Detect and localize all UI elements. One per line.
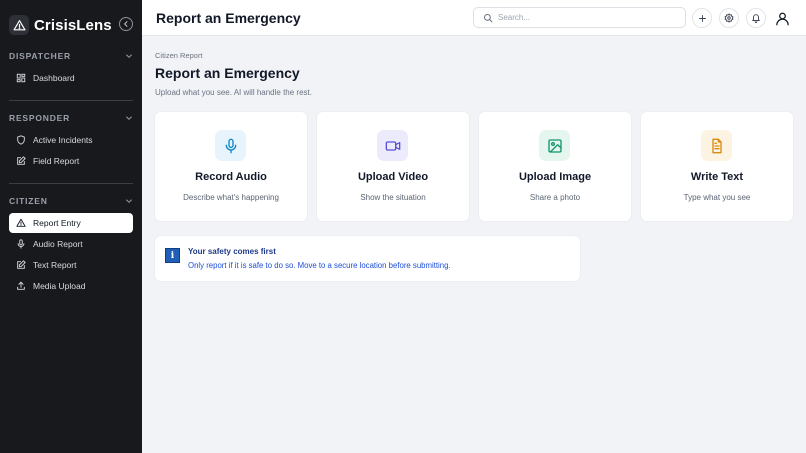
card-description: Show the situation bbox=[360, 193, 426, 202]
page-subtitle: Upload what you see. AI will handle the … bbox=[155, 88, 312, 97]
image-icon bbox=[539, 130, 570, 161]
info-icon: i bbox=[165, 248, 180, 263]
sidebar-item-label: Active Incidents bbox=[33, 135, 93, 145]
gear-icon bbox=[724, 13, 734, 23]
sidebar-item-report-entry[interactable]: Report Entry bbox=[9, 213, 133, 233]
divider bbox=[9, 100, 133, 101]
search-box[interactable] bbox=[473, 7, 686, 28]
notice-title: Your safety comes first bbox=[188, 247, 276, 256]
card-description: Type what you see bbox=[683, 193, 751, 202]
card-description: Describe what's happening bbox=[183, 193, 279, 202]
sidebar-item-label: Field Report bbox=[33, 156, 80, 166]
card-title: Record Audio bbox=[195, 171, 267, 183]
alert-triangle-icon bbox=[16, 218, 26, 228]
sidebar-item-label: Dashboard bbox=[33, 73, 75, 83]
chevron-left-icon bbox=[124, 21, 128, 27]
app-name: CrisisLens bbox=[34, 16, 112, 34]
sidebar-item-label: Text Report bbox=[33, 260, 77, 270]
safety-notice: i Your safety comes first Only report if… bbox=[155, 236, 580, 281]
sidebar-item-field-report[interactable]: Field Report bbox=[9, 151, 133, 171]
account-button[interactable] bbox=[772, 8, 792, 28]
section-title: RESPONDER bbox=[9, 113, 71, 123]
search-icon bbox=[483, 13, 493, 22]
sidebar-item-active-incidents[interactable]: Active Incidents bbox=[9, 130, 133, 150]
record-audio-card[interactable]: Record Audio Describe what's happening bbox=[155, 112, 307, 221]
grid-icon bbox=[16, 73, 26, 83]
plus-icon bbox=[698, 14, 706, 22]
sidebar-item-label: Report Entry bbox=[33, 218, 81, 228]
upload-video-card[interactable]: Upload Video Show the situation bbox=[317, 112, 469, 221]
sidebar: CrisisLens DISPATCHER Dashboard RESPONDE… bbox=[0, 0, 142, 453]
user-icon bbox=[775, 12, 789, 25]
search-input[interactable] bbox=[498, 13, 678, 22]
add-button[interactable] bbox=[692, 8, 712, 28]
notifications-button[interactable] bbox=[746, 8, 766, 28]
upload-icon bbox=[16, 281, 26, 291]
section-title: CITIZEN bbox=[9, 196, 48, 206]
upload-image-card[interactable]: Upload Image Share a photo bbox=[479, 112, 631, 221]
file-text-icon bbox=[701, 130, 732, 161]
page-title: Report an Emergency bbox=[155, 65, 300, 81]
edit-icon bbox=[16, 156, 26, 166]
card-title: Write Text bbox=[690, 171, 744, 183]
chevron-down-icon bbox=[126, 116, 132, 120]
header-title: Report an Emergency bbox=[156, 10, 301, 26]
section-dispatcher-toggle[interactable]: DISPATCHER bbox=[9, 49, 133, 63]
chevron-down-icon bbox=[126, 54, 132, 58]
section-title: DISPATCHER bbox=[9, 51, 71, 61]
top-bar: Report an Emergency bbox=[142, 0, 806, 36]
card-title: Upload Video bbox=[357, 171, 429, 183]
sidebar-item-dashboard[interactable]: Dashboard bbox=[9, 68, 133, 88]
breadcrumb: Citizen Report bbox=[155, 51, 203, 60]
collapse-sidebar-button[interactable] bbox=[119, 17, 133, 31]
settings-button[interactable] bbox=[719, 8, 739, 28]
divider bbox=[9, 183, 133, 184]
mic-icon bbox=[16, 239, 26, 249]
sidebar-item-label: Media Upload bbox=[33, 281, 86, 291]
notice-text: Only report if it is safe to do so. Move… bbox=[188, 261, 451, 270]
mic-icon bbox=[215, 130, 246, 161]
video-icon bbox=[377, 130, 408, 161]
alert-triangle-logo-icon bbox=[9, 15, 29, 35]
bell-icon bbox=[752, 14, 760, 23]
sidebar-item-audio-report[interactable]: Audio Report bbox=[9, 234, 133, 254]
section-citizen-toggle[interactable]: CITIZEN bbox=[9, 194, 133, 208]
section-responder-toggle[interactable]: RESPONDER bbox=[9, 111, 133, 125]
sidebar-item-label: Audio Report bbox=[33, 239, 83, 249]
shield-icon bbox=[16, 135, 26, 145]
card-title: Upload Image bbox=[518, 171, 592, 183]
write-text-card[interactable]: Write Text Type what you see bbox=[641, 112, 793, 221]
chevron-down-icon bbox=[126, 199, 132, 203]
sidebar-item-media-upload[interactable]: Media Upload bbox=[9, 276, 133, 296]
edit-icon bbox=[16, 260, 26, 270]
brand[interactable]: CrisisLens bbox=[9, 14, 112, 36]
card-description: Share a photo bbox=[529, 193, 581, 202]
sidebar-item-text-report[interactable]: Text Report bbox=[9, 255, 133, 275]
